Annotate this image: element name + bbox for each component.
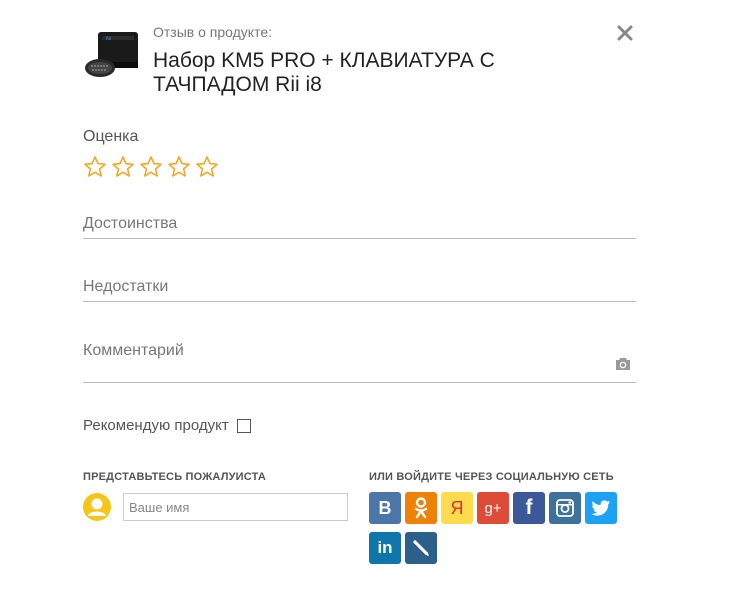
- recommend-row: Рекомендую продукт: [83, 417, 251, 434]
- linkedin-icon: in: [377, 538, 393, 557]
- svg-text:RII: RII: [106, 36, 111, 41]
- comment-field[interactable]: Комментарий: [83, 336, 636, 383]
- instagram-login-button[interactable]: [549, 492, 581, 524]
- star-icon[interactable]: [167, 155, 191, 179]
- twitter-icon: [591, 499, 611, 516]
- pros-placeholder: Достоинства: [83, 215, 178, 232]
- linkedin-login-button[interactable]: in: [369, 532, 401, 564]
- livejournal-login-button[interactable]: [405, 532, 437, 564]
- yandex-icon: Я: [450, 497, 464, 518]
- rating-stars: [83, 155, 219, 179]
- odnoklassniki-icon: [414, 497, 428, 519]
- facebook-login-button[interactable]: f: [513, 492, 545, 524]
- pros-field[interactable]: Достоинства: [83, 210, 636, 239]
- intro-heading: ПРЕДСТАВЬТЕСЬ ПОЖАЛУИСТА: [83, 471, 267, 483]
- twitter-login-button[interactable]: [585, 492, 617, 524]
- odnoklassniki-login-button[interactable]: [405, 492, 437, 524]
- close-icon[interactable]: [614, 22, 636, 44]
- recommend-checkbox[interactable]: [236, 418, 251, 433]
- rating-label: Оценка: [83, 128, 139, 145]
- star-icon[interactable]: [111, 155, 135, 179]
- user-avatar-icon: [83, 493, 111, 521]
- product-title: Набор KM5 PRO + КЛАВИАТУРА С ТАЧПАДОМ Ri…: [153, 49, 495, 96]
- livejournal-pencil-icon: [413, 540, 429, 556]
- social-row-2: in: [369, 532, 629, 564]
- vk-icon: B: [378, 497, 392, 518]
- vk-login-button[interactable]: B: [369, 492, 401, 524]
- google-plus-icon: g+: [484, 499, 502, 517]
- comment-placeholder: Комментарий: [83, 342, 184, 359]
- name-input[interactable]: [123, 493, 348, 521]
- star-icon[interactable]: [139, 155, 163, 179]
- social-heading: ИЛИ ВОЙДИТЕ ЧЕРЕЗ СОЦИАЛЬНУЮ СЕТЬ: [369, 471, 614, 483]
- star-icon[interactable]: [195, 155, 219, 179]
- review-subtitle: Отзыв о продукте:: [153, 24, 273, 40]
- recommend-label: Рекомендую продукт: [83, 417, 229, 434]
- facebook-icon: f: [525, 496, 533, 519]
- cons-placeholder: Недостатки: [83, 278, 169, 295]
- yandex-login-button[interactable]: Я: [441, 492, 473, 524]
- social-buttons: B Я g+ f in: [369, 492, 629, 564]
- cons-field[interactable]: Недостатки: [83, 273, 636, 302]
- camera-icon[interactable]: [614, 356, 632, 372]
- product-image: RII: [85, 32, 138, 77]
- review-modal: RII Отзыв о продукте: Набор KM5 PRO + КЛ…: [0, 0, 731, 607]
- instagram-icon: [556, 499, 574, 517]
- star-icon[interactable]: [83, 155, 107, 179]
- google-plus-login-button[interactable]: g+: [477, 492, 509, 524]
